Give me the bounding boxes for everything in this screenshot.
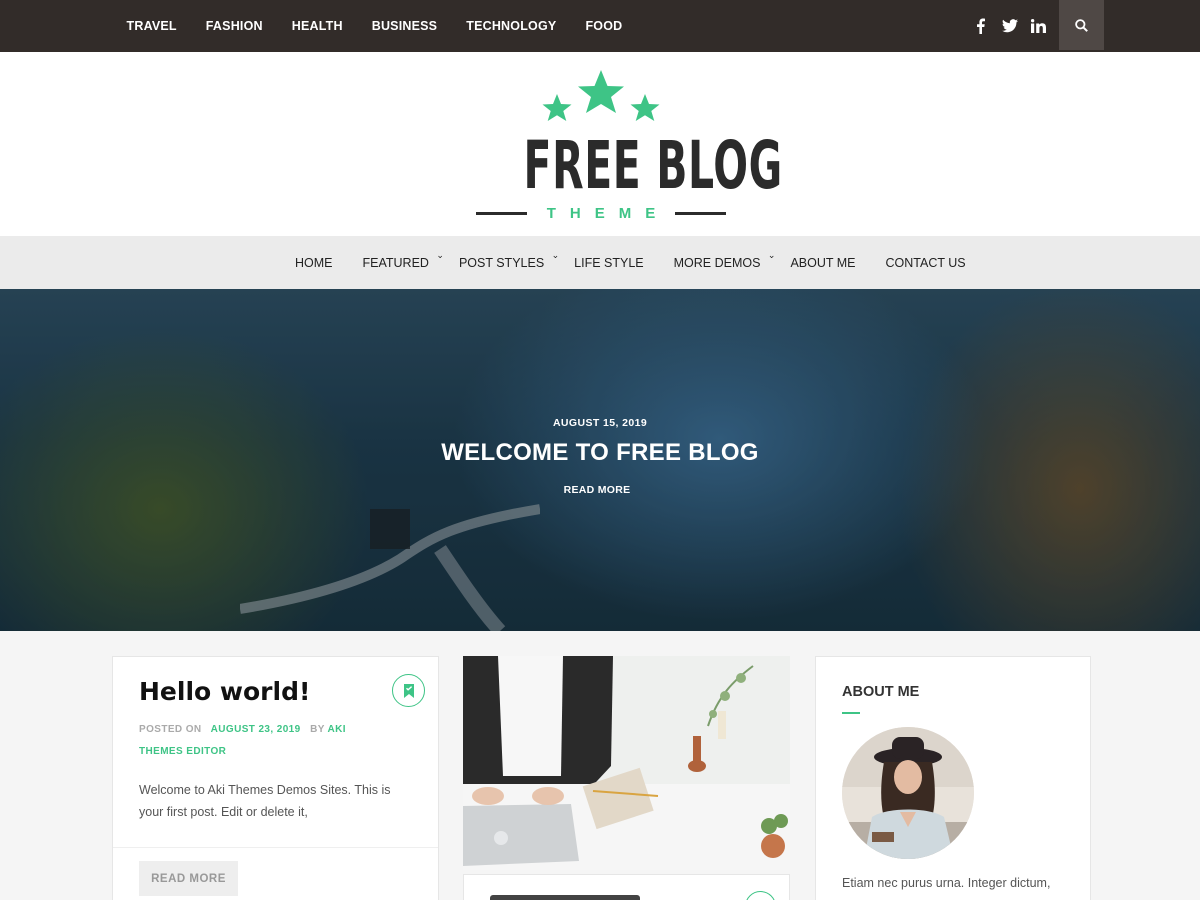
site-logo[interactable]: FREE BLOG THEME xyxy=(476,68,783,228)
logo-rule-right xyxy=(675,211,726,215)
nav-label: HOME xyxy=(295,255,333,270)
chevron-down-icon: ⌄ xyxy=(436,249,444,260)
facebook-icon[interactable] xyxy=(966,0,995,52)
avatar-image xyxy=(842,727,974,859)
nav-life-style[interactable]: LIFE STYLE xyxy=(559,256,658,270)
social-links xyxy=(966,0,1053,52)
top-nav-food[interactable]: FOOD xyxy=(571,19,637,33)
top-bar: TRAVEL FASHION HEALTH BUSINESS TECHNOLOG… xyxy=(0,0,1200,52)
hero-read-more-link[interactable]: READ MORE xyxy=(0,484,1194,496)
logo-rule-left xyxy=(476,211,527,215)
top-nav-health[interactable]: HEALTH xyxy=(277,19,357,33)
nav-label: POST STYLES xyxy=(458,255,545,270)
main-nav: HOME FEATURED ⌄ POST STYLES ⌄ LIFE STYLE M… xyxy=(0,236,1200,289)
top-nav-fashion[interactable]: FASHION xyxy=(191,19,277,33)
bookmark-button[interactable] xyxy=(745,891,776,900)
nav-label: ABOUT ME xyxy=(790,255,856,270)
top-category-nav: TRAVEL FASHION HEALTH BUSINESS TECHNOLOG… xyxy=(112,0,637,52)
about-text: Etiam nec purus urna. Integer dictum, xyxy=(842,876,1051,890)
post-card-image xyxy=(463,656,790,900)
nav-contact-us[interactable]: CONTACT US xyxy=(871,256,981,270)
nav-label: FEATURED xyxy=(362,255,429,270)
hero-title[interactable]: WELCOME TO FREE BLOG xyxy=(0,439,1200,467)
title-underline xyxy=(842,712,860,714)
search-icon xyxy=(1075,18,1088,32)
nav-more-demos[interactable]: MORE DEMOS ⌄ xyxy=(659,250,776,270)
search-button[interactable] xyxy=(1059,0,1104,50)
top-nav-travel[interactable]: TRAVEL xyxy=(112,19,191,33)
posted-on-label: POSTED ON xyxy=(139,724,202,735)
post-date-link[interactable]: AUGUST 23, 2019 xyxy=(211,724,301,735)
nav-home[interactable]: HOME xyxy=(280,256,348,270)
about-me-widget: ABOUT ME Etiam nec purus urna. Integer d… xyxy=(815,656,1091,900)
twitter-icon[interactable] xyxy=(995,0,1024,52)
hero-slider: AUGUST 15, 2019 WELCOME TO FREE BLOG REA… xyxy=(0,289,1200,631)
logo-subtitle-text: THEME xyxy=(546,204,670,222)
site-header: FREE BLOG THEME xyxy=(0,52,1200,236)
nav-about-me[interactable]: ABOUT ME xyxy=(775,256,870,270)
nav-label: MORE DEMOS xyxy=(673,255,761,270)
post-card: Hello world! POSTED ON AUGUST 23, 2019 B… xyxy=(112,656,439,900)
post-excerpt: Welcome to Aki Themes Demos Sites. This … xyxy=(139,783,391,819)
author-link[interactable]: AKI xyxy=(327,724,345,735)
post-thumbnail[interactable] xyxy=(463,656,790,870)
avatar xyxy=(842,727,974,859)
hero-date: AUGUST 15, 2019 xyxy=(552,417,648,429)
bookmark-button[interactable] xyxy=(392,674,425,707)
top-nav-technology[interactable]: TECHNOLOGY xyxy=(452,19,571,33)
logo-subtitle: THEME xyxy=(476,204,726,222)
bookmark-icon xyxy=(403,683,414,698)
card-divider xyxy=(113,847,438,848)
post-thumbnail-image xyxy=(463,656,790,870)
nav-post-styles[interactable]: POST STYLES ⌄ xyxy=(444,250,559,270)
read-more-button[interactable]: READ MORE xyxy=(139,861,238,896)
nav-label: CONTACT US xyxy=(885,255,966,270)
stars-icon xyxy=(542,70,660,121)
post-title-partial xyxy=(490,895,640,900)
by-label: BY xyxy=(310,724,325,735)
top-nav-business[interactable]: BUSINESS xyxy=(357,19,452,33)
nav-featured[interactable]: FEATURED ⌄ xyxy=(348,250,444,270)
post-meta: POSTED ON AUGUST 23, 2019 BY AKI THEMES … xyxy=(139,719,379,763)
post-card-footer xyxy=(463,874,790,900)
chevron-down-icon: ⌄ xyxy=(767,249,776,260)
widget-title: ABOUT ME xyxy=(842,684,920,700)
logo-title: FREE BLOG xyxy=(523,127,783,204)
author-link-line2[interactable]: THEMES EDITOR xyxy=(139,746,226,757)
post-title[interactable]: Hello world! xyxy=(139,677,310,706)
linkedin-icon[interactable] xyxy=(1024,0,1053,52)
chevron-down-icon: ⌄ xyxy=(551,249,560,260)
nav-label: LIFE STYLE xyxy=(574,255,644,270)
